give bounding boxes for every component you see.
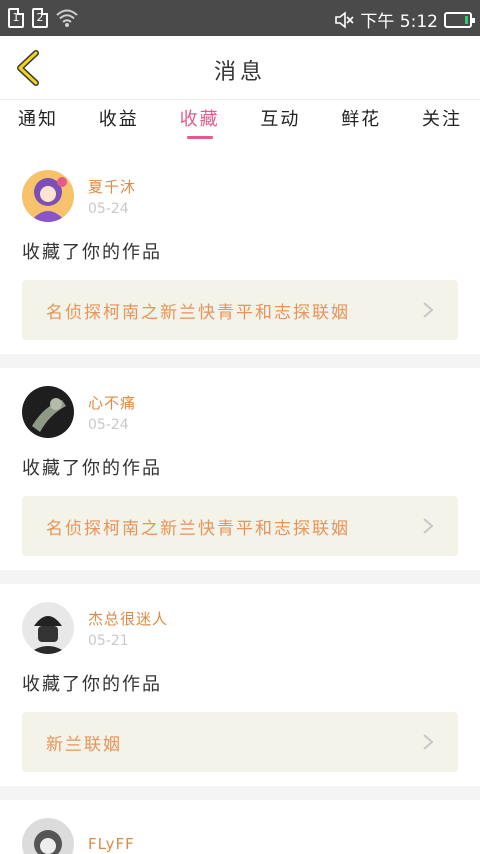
status-bar: 1 2 下午 5:12	[0, 0, 480, 36]
username[interactable]: 心不痛	[88, 392, 136, 413]
chevron-right-icon	[423, 302, 434, 318]
chevron-right-icon	[423, 734, 434, 750]
message-list: 夏千沐 05-24 收藏了你的作品 名侦探柯南之新兰快青平和志探联姻 心不痛 0…	[0, 152, 480, 854]
work-title: 新兰联姻	[46, 734, 122, 755]
battery-icon	[444, 11, 475, 28]
message-card: 心不痛 05-24 收藏了你的作品 名侦探柯南之新兰快青平和志探联姻	[0, 368, 480, 584]
work-link[interactable]: 名侦探柯南之新兰快青平和志探联姻	[22, 496, 458, 556]
wifi-icon	[56, 9, 78, 27]
tab-favorites[interactable]: 收藏	[180, 101, 220, 143]
avatar[interactable]	[22, 386, 74, 438]
sim1-icon: 1	[8, 8, 24, 28]
battery-level	[465, 15, 468, 24]
action-text: 收藏了你的作品	[22, 242, 162, 263]
tab-earnings[interactable]: 收益	[99, 101, 139, 143]
message-date: 05-24	[88, 416, 129, 433]
work-link[interactable]: 名侦探柯南之新兰快青平和志探联姻	[22, 280, 458, 340]
tab-flowers[interactable]: 鲜花	[341, 101, 381, 143]
work-title: 名侦探柯南之新兰快青平和志探联姻	[46, 518, 350, 539]
work-title: 名侦探柯南之新兰快青平和志探联姻	[46, 302, 350, 323]
sim1-label: 1	[12, 11, 20, 24]
tab-interactions[interactable]: 互动	[260, 101, 300, 143]
message-card: 杰总很迷人 05-21 收藏了你的作品 新兰联姻	[0, 584, 480, 800]
avatar[interactable]	[22, 170, 74, 222]
tab-follows[interactable]: 关注	[422, 101, 462, 143]
page-title: 消息	[213, 60, 266, 85]
message-card: 夏千沐 05-24 收藏了你的作品 名侦探柯南之新兰快青平和志探联姻	[0, 152, 480, 368]
tab-bar: 通知 收益 收藏 互动 鲜花 关注	[0, 101, 480, 143]
username[interactable]: 夏千沐	[88, 176, 136, 197]
sim2-icon: 2	[32, 8, 48, 28]
sim2-label: 2	[36, 11, 44, 24]
clock: 下午 5:12	[360, 12, 438, 32]
action-text: 收藏了你的作品	[22, 458, 162, 479]
action-text: 收藏了你的作品	[22, 674, 162, 695]
chevron-right-icon	[423, 518, 434, 534]
message-date: 05-24	[88, 200, 129, 217]
avatar[interactable]	[22, 602, 74, 654]
username[interactable]: FLyFF	[88, 835, 135, 853]
message-date: 05-21	[88, 632, 129, 649]
mute-icon	[335, 10, 354, 29]
avatar[interactable]	[22, 818, 74, 854]
message-card: FLyFF	[0, 800, 480, 854]
app-header: 消息	[0, 36, 480, 100]
tab-notifications[interactable]: 通知	[18, 101, 58, 143]
work-link[interactable]: 新兰联姻	[22, 712, 458, 772]
username[interactable]: 杰总很迷人	[88, 608, 168, 629]
